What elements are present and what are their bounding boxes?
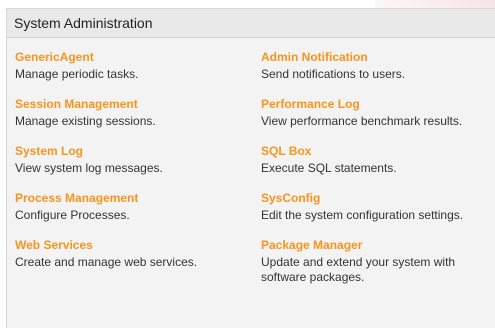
web-services-description: Create and manage web services.	[15, 255, 198, 269]
module-web-services: Web Services Create and manage web servi…	[15, 238, 245, 270]
module-admin-notification: Admin Notification Send notifications to…	[261, 50, 491, 82]
genericagent-description: Manage periodic tasks.	[15, 67, 139, 81]
package-manager-description: Update and extend your system with softw…	[261, 255, 456, 284]
module-sql-box: SQL Box Execute SQL statements.	[261, 144, 491, 176]
module-sysconfig: SysConfig Edit the system configuration …	[261, 191, 491, 223]
admin-notification-description: Send notifications to users.	[261, 67, 406, 81]
package-manager-link[interactable]: Package Manager	[261, 238, 491, 252]
session-management-description: Manage existing sessions.	[15, 114, 156, 128]
module-genericagent: GenericAgent Manage periodic tasks.	[15, 50, 245, 82]
admin-modules-grid: GenericAgent Manage periodic tasks. Admi…	[7, 38, 495, 328]
genericagent-link[interactable]: GenericAgent	[15, 50, 245, 64]
sysconfig-link[interactable]: SysConfig	[261, 191, 491, 205]
performance-log-link[interactable]: Performance Log	[261, 97, 491, 111]
module-session-management: Session Management Manage existing sessi…	[15, 97, 245, 129]
web-services-link[interactable]: Web Services	[15, 238, 245, 252]
system-log-description: View system log messages.	[15, 161, 163, 175]
module-performance-log: Performance Log View performance benchma…	[261, 97, 491, 129]
sql-box-description: Execute SQL statements.	[261, 161, 397, 175]
module-process-management: Process Management Configure Processes.	[15, 191, 245, 223]
system-log-link[interactable]: System Log	[15, 144, 245, 158]
module-package-manager: Package Manager Update and extend your s…	[261, 238, 491, 285]
panel-title: System Administration	[7, 9, 495, 38]
admin-notification-link[interactable]: Admin Notification	[261, 50, 491, 64]
module-system-log: System Log View system log messages.	[15, 144, 245, 176]
session-management-link[interactable]: Session Management	[15, 97, 245, 111]
sysconfig-description: Edit the system configuration settings.	[261, 208, 464, 222]
performance-log-description: View performance benchmark results.	[261, 114, 463, 128]
sql-box-link[interactable]: SQL Box	[261, 144, 491, 158]
system-administration-panel: System Administration GenericAgent Manag…	[6, 8, 495, 328]
process-management-link[interactable]: Process Management	[15, 191, 245, 205]
process-management-description: Configure Processes.	[15, 208, 130, 222]
